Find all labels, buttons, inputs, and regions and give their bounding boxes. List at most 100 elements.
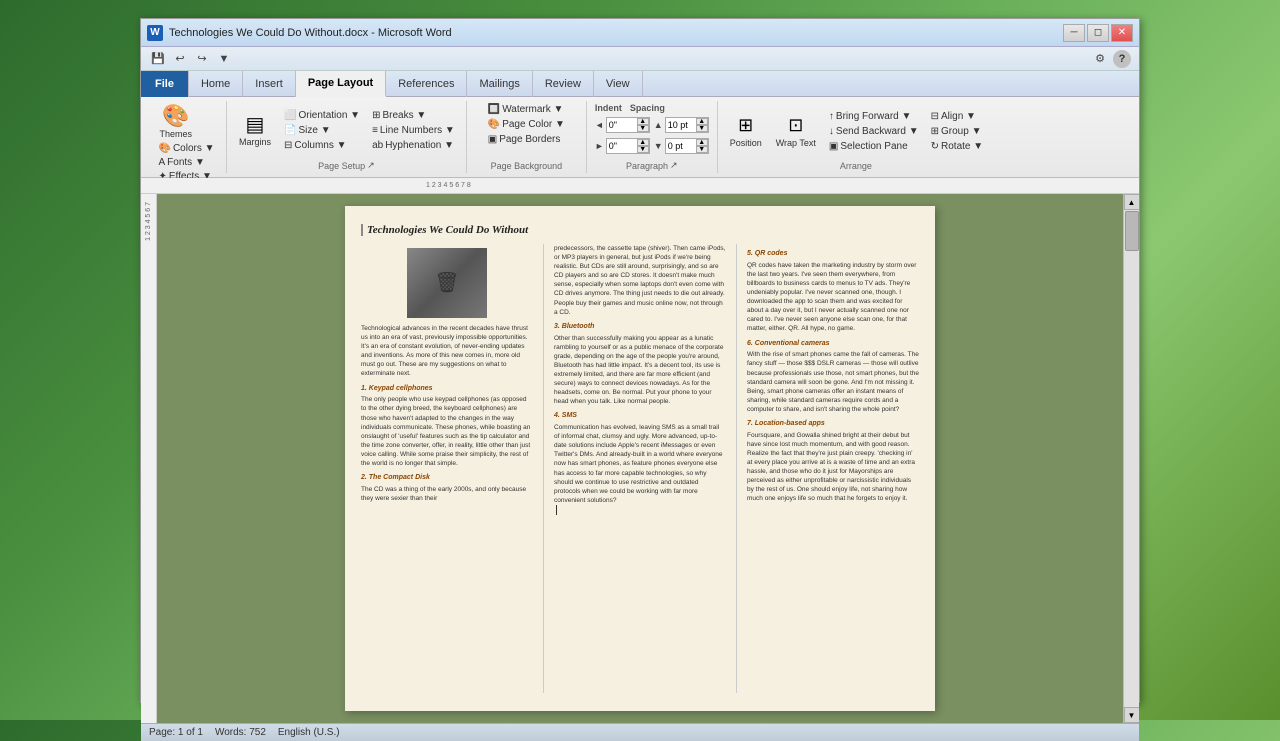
indent-right-input[interactable]: 0" ▲ ▼ xyxy=(606,138,650,154)
page-borders-button[interactable]: ▣ Page Borders xyxy=(485,133,568,146)
tab-view[interactable]: View xyxy=(594,71,643,97)
spacing-after-input[interactable]: 0 pt ▲ ▼ xyxy=(665,138,709,154)
orientation-button[interactable]: ⬜ Orientation ▼ xyxy=(281,109,363,122)
wrap-text-icon: ⊡ xyxy=(788,115,803,136)
tab-home[interactable]: Home xyxy=(189,71,243,97)
paragraph-label[interactable]: Paragraph ↗ xyxy=(626,160,678,173)
spacing-before-down-spin[interactable]: ▼ xyxy=(696,125,708,132)
section4-text: Communication has evolved, leaving SMS a… xyxy=(554,423,726,505)
line-numbers-icon: ≡ xyxy=(372,125,378,136)
breaks-button[interactable]: ⊞ Breaks ▼ xyxy=(369,109,458,122)
indent-right-up-spin[interactable]: ▲ xyxy=(637,139,649,146)
tab-mailings[interactable]: Mailings xyxy=(467,71,532,97)
align-button[interactable]: ⊟ Align ▼ xyxy=(928,110,987,123)
spacing-label: Spacing xyxy=(630,103,665,113)
orientation-icon: ⬜ xyxy=(284,110,296,121)
section3-heading: 3. Bluetooth xyxy=(554,322,726,332)
section7-heading: 7. Location-based apps xyxy=(747,419,919,429)
watermark-button[interactable]: 🔲 Watermark ▼ xyxy=(485,103,568,116)
bring-forward-button[interactable]: ↑ Bring Forward ▼ xyxy=(826,110,922,123)
page-setup-group: ▤ Margins ⬜ Orientation ▼ 📄 Size ▼ xyxy=(227,101,467,173)
document-canvas[interactable]: Technologies We Could Do Without 🗑 Techn… xyxy=(157,194,1123,723)
options-button[interactable]: ⚙ xyxy=(1091,50,1109,68)
wrap-text-button[interactable]: ⊡ Wrap Text xyxy=(772,113,820,150)
align-icon: ⊟ xyxy=(931,111,939,122)
column-3: 5. QR codes QR codes have taken the mark… xyxy=(747,244,919,693)
bring-forward-icon: ↑ xyxy=(829,111,834,122)
spacing-before-up-spin[interactable]: ▲ xyxy=(696,118,708,125)
hyphenation-icon: ab xyxy=(372,140,383,151)
selection-pane-icon: ▣ xyxy=(829,141,838,152)
margins-button[interactable]: ▤ Margins xyxy=(235,113,275,149)
minimize-button[interactable]: ─ xyxy=(1063,24,1085,42)
undo-button[interactable]: ↩ xyxy=(171,50,189,68)
tab-insert[interactable]: Insert xyxy=(243,71,296,97)
document-scroll-area: 1 2 3 4 5 6 7 Technologies We Could Do W… xyxy=(141,194,1139,723)
fonts-button[interactable]: A Fonts ▼ xyxy=(155,156,217,169)
page-setup-label[interactable]: Page Setup ↗ xyxy=(318,160,375,173)
word-count: Words: 752 xyxy=(215,727,266,738)
close-button[interactable]: ✕ xyxy=(1111,24,1133,42)
spacing-after-up-spin[interactable]: ▲ xyxy=(696,139,708,146)
scroll-up-button[interactable]: ▲ xyxy=(1124,194,1140,210)
indent-right-label: ► xyxy=(595,141,604,151)
vertical-scrollbar[interactable]: ▲ ▼ xyxy=(1123,194,1139,723)
document-title: Technologies We Could Do Without xyxy=(361,224,919,236)
indent-right-down-spin[interactable]: ▼ xyxy=(637,146,649,153)
rotate-icon: ↻ xyxy=(931,141,939,152)
save-button[interactable]: 💾 xyxy=(149,50,167,68)
rotate-button[interactable]: ↻ Rotate ▼ xyxy=(928,140,987,153)
line-numbers-button[interactable]: ≡ Line Numbers ▼ xyxy=(369,124,458,137)
page-setup-expand-icon: ↗ xyxy=(367,160,375,171)
themes-button[interactable]: 🎨 Themes xyxy=(155,103,196,141)
window-controls: ─ ◻ ✕ xyxy=(1063,24,1133,42)
hyphenation-button[interactable]: ab Hyphenation ▼ xyxy=(369,139,458,152)
spacing-after-field-row: ▼ 0 pt ▲ ▼ xyxy=(654,137,709,155)
tab-review[interactable]: Review xyxy=(533,71,594,97)
trash-can-image: 🗑 xyxy=(407,248,487,318)
customize-qat-button[interactable]: ▼ xyxy=(215,50,233,68)
scroll-thumb[interactable] xyxy=(1125,211,1139,251)
section2-heading: 2. The Compact Disk xyxy=(361,473,533,483)
send-backward-button[interactable]: ↓ Send Backward ▼ xyxy=(826,125,922,138)
application-window: W Technologies We Could Do Without.docx … xyxy=(140,18,1140,703)
spacing-after-label: ▼ xyxy=(654,141,663,151)
restore-button[interactable]: ◻ xyxy=(1087,24,1109,42)
section1-text: The only people who use keypad cellphone… xyxy=(361,395,533,468)
indent-left-down-spin[interactable]: ▼ xyxy=(637,125,649,132)
page-color-button[interactable]: 🎨 Page Color ▼ xyxy=(485,118,568,131)
section6-text: With the rise of smart phones came the f… xyxy=(747,350,919,414)
colors-button[interactable]: 🎨 Colors ▼ xyxy=(155,142,217,155)
tab-file[interactable]: File xyxy=(141,71,189,97)
column-1: 🗑 Technological advances in the recent d… xyxy=(361,244,533,693)
tab-references[interactable]: References xyxy=(386,71,467,97)
section3-text: Other than successfully making you appea… xyxy=(554,334,726,407)
window-title: Technologies We Could Do Without.docx - … xyxy=(169,27,452,39)
indent-left-up-spin[interactable]: ▲ xyxy=(637,118,649,125)
status-bar: Page: 1 of 1 Words: 752 English (U.S.) xyxy=(141,723,1139,741)
selection-pane-button[interactable]: ▣ Selection Pane xyxy=(826,140,922,153)
section4-heading: 4. SMS xyxy=(554,411,726,421)
quick-access-toolbar: 💾 ↩ ↪ ▼ ⚙ ? xyxy=(141,47,1139,71)
spacing-before-label: ▲ xyxy=(654,120,663,130)
ribbon: File Home Insert Page Layout References … xyxy=(141,71,1139,178)
app-icon: W xyxy=(147,25,163,41)
help-button[interactable]: ? xyxy=(1113,50,1131,68)
spacing-before-input[interactable]: 10 pt ▲ ▼ xyxy=(665,117,709,133)
redo-button[interactable]: ↪ xyxy=(193,50,211,68)
col1-intro: Technological advances in the recent dec… xyxy=(361,324,533,379)
paragraph-group: Indent Spacing ◄ 0" ▲ ▼ xyxy=(587,101,718,173)
page-columns: 🗑 Technological advances in the recent d… xyxy=(361,244,919,693)
title-bar: W Technologies We Could Do Without.docx … xyxy=(141,19,1139,47)
paragraph-expand-icon: ↗ xyxy=(670,160,678,171)
spacing-after-down-spin[interactable]: ▼ xyxy=(696,146,708,153)
group-button[interactable]: ⊞ Group ▼ xyxy=(928,125,987,138)
tab-page-layout[interactable]: Page Layout xyxy=(296,71,386,97)
position-button[interactable]: ⊞ Position xyxy=(726,113,766,150)
scroll-down-button[interactable]: ▼ xyxy=(1124,707,1140,723)
size-button[interactable]: 📄 Size ▼ xyxy=(281,124,363,137)
columns-button[interactable]: ⊟ Columns ▼ xyxy=(281,139,363,152)
margins-icon: ▤ xyxy=(246,115,265,135)
indent-left-input[interactable]: 0" ▲ ▼ xyxy=(606,117,650,133)
send-backward-icon: ↓ xyxy=(829,126,834,137)
